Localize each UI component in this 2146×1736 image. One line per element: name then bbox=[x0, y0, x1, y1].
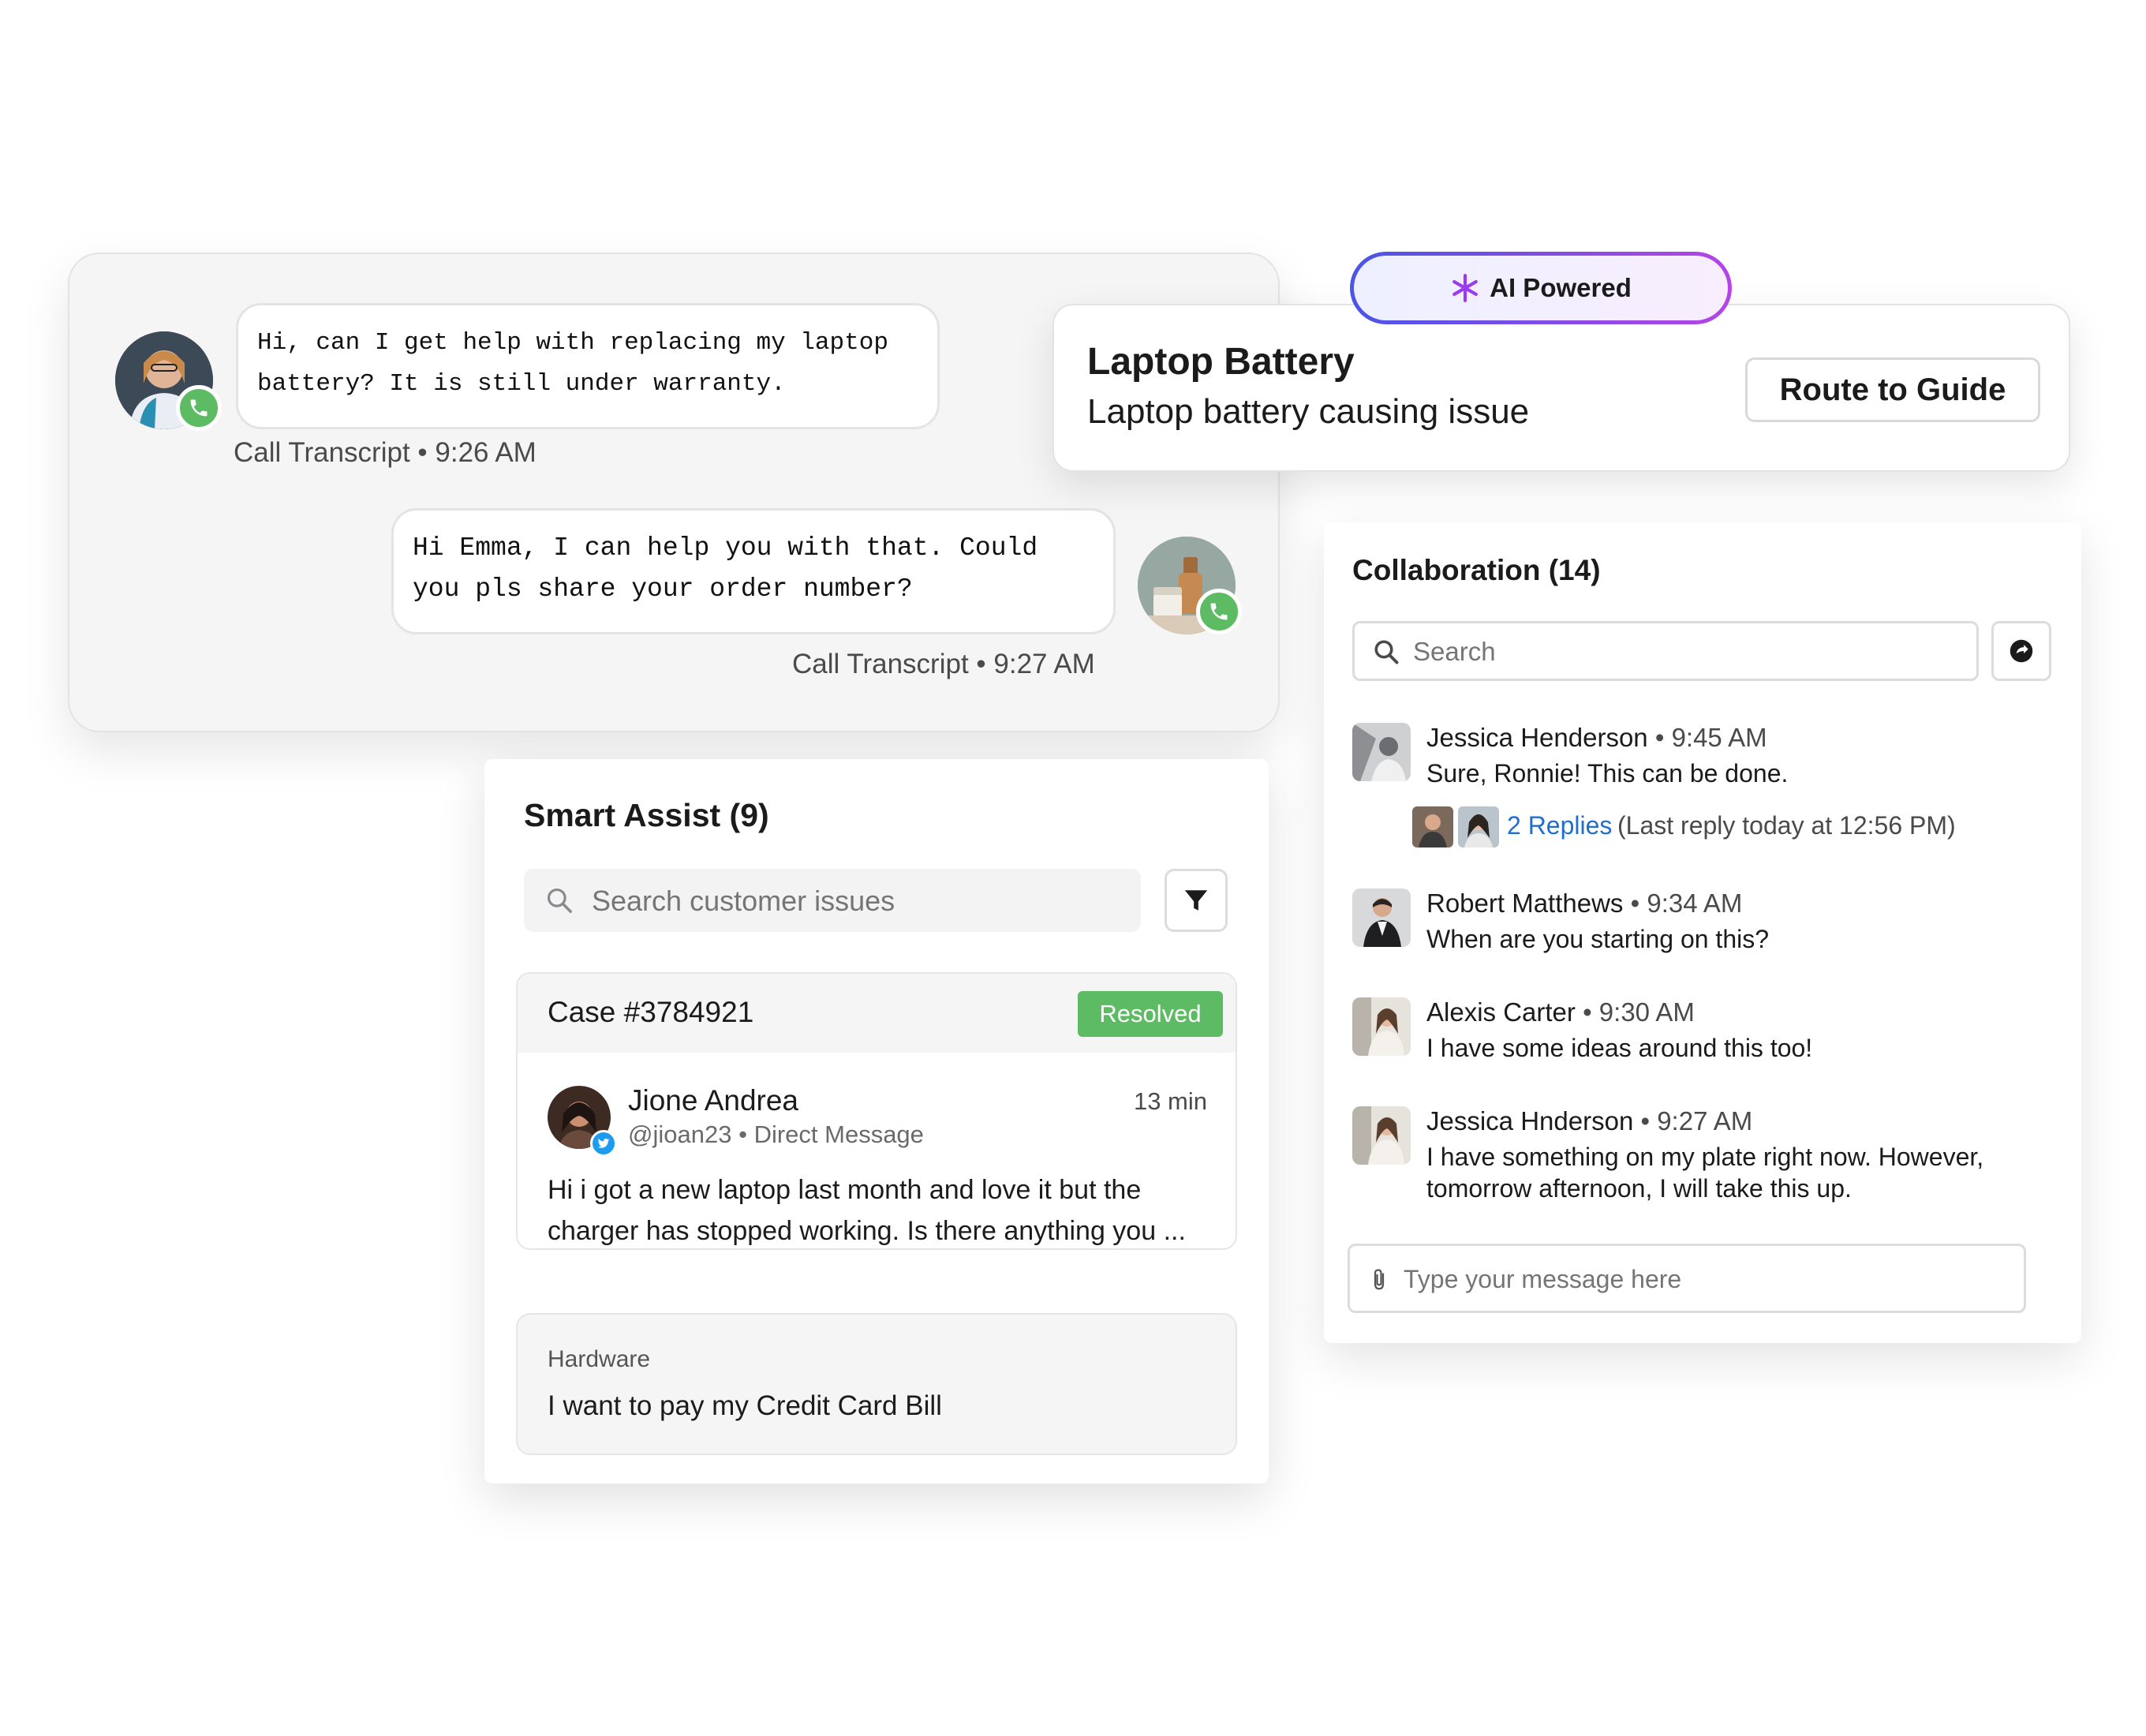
avatar bbox=[1352, 1106, 1411, 1165]
case-number: Case #3784921 bbox=[548, 996, 754, 1028]
message-text: I have something on my plate right now. … bbox=[1426, 1143, 1984, 1203]
replies-link[interactable]: 2 Replies bbox=[1507, 811, 1612, 840]
route-to-guide-button[interactable]: Route to Guide bbox=[1745, 357, 2040, 422]
twitter-icon bbox=[590, 1130, 617, 1157]
customer-issues-search-input[interactable] bbox=[590, 881, 1130, 921]
avatar bbox=[1352, 889, 1411, 947]
paperclip-icon[interactable] bbox=[1367, 1266, 1391, 1297]
message-author: Robert Matthews bbox=[1426, 889, 1624, 918]
message-time: 9:30 AM bbox=[1598, 997, 1695, 1027]
message-author: Jessica Hnderson bbox=[1426, 1106, 1634, 1136]
case-message-text: Hi i got a new laptop last month and lov… bbox=[548, 1175, 1186, 1246]
message-author: Alexis Carter bbox=[1426, 997, 1576, 1027]
case-age: 13 min bbox=[1133, 1087, 1207, 1115]
replies-row[interactable]: 2 Replies (Last reply today at 12:56 PM) bbox=[1411, 805, 2010, 849]
suggestion-category: Hardware bbox=[548, 1346, 651, 1372]
case-header: Case #3784921 Resolved bbox=[518, 974, 1236, 1053]
message-time: 9:27 AM bbox=[1657, 1106, 1753, 1136]
avatar bbox=[1352, 997, 1411, 1056]
refresh-icon bbox=[2006, 636, 2036, 666]
refresh-button[interactable] bbox=[1991, 621, 2051, 681]
suggestion-card[interactable]: Hardware I want to pay my Credit Card Bi… bbox=[516, 1313, 1237, 1455]
customer-message-bubble: Hi, can I get help with replacing my lap… bbox=[236, 303, 940, 429]
agent-message-bubble: Hi Emma, I can help you with that. Could… bbox=[391, 508, 1116, 634]
case-card[interactable]: Case #3784921 Resolved Jione Andrea 13 m… bbox=[516, 972, 1237, 1250]
customer-transcript-meta: Call Transcript • 9:26 AM bbox=[234, 437, 536, 468]
message-time: 9:45 AM bbox=[1671, 723, 1767, 752]
avatar bbox=[1411, 805, 1455, 849]
message-text: When are you starting on this? bbox=[1426, 925, 1770, 953]
ai-powered-label: AI Powered bbox=[1490, 273, 1632, 302]
collaboration-title: Collaboration (14) bbox=[1352, 554, 1601, 586]
search-icon bbox=[544, 885, 574, 919]
message-author: Jessica Henderson bbox=[1426, 723, 1648, 752]
replies-meta: (Last reply today at 12:56 PM) bbox=[1617, 811, 1956, 840]
case-author-meta: @jioan23 • Direct Message bbox=[628, 1121, 924, 1148]
message-time: 9:34 AM bbox=[1647, 889, 1743, 918]
collaboration-search[interactable] bbox=[1352, 621, 1979, 681]
ai-card-subtitle: Laptop battery causing issue bbox=[1087, 392, 1530, 431]
search-icon bbox=[1372, 638, 1400, 670]
customer-message-text: Hi, can I get help with replacing my lap… bbox=[257, 329, 888, 398]
suggestion-text: I want to pay my Credit Card Bill bbox=[548, 1390, 942, 1421]
phone-icon bbox=[176, 385, 222, 431]
avatar bbox=[1352, 723, 1411, 781]
status-badge: Resolved bbox=[1078, 991, 1223, 1037]
filter-icon bbox=[1183, 887, 1209, 914]
ai-card-title: Laptop Battery bbox=[1087, 341, 1355, 383]
smart-assist-title: Smart Assist (9) bbox=[524, 797, 769, 833]
collaboration-search-input[interactable] bbox=[1411, 633, 1967, 671]
message-text: I have some ideas around this too! bbox=[1426, 1034, 1813, 1062]
ai-powered-badge: AI Powered bbox=[1350, 252, 1732, 324]
message-input[interactable] bbox=[1402, 1260, 2005, 1298]
ai-suggestion-card: Laptop Battery Laptop battery causing is… bbox=[1052, 304, 2070, 472]
message-text: Sure, Ronnie! This can be done. bbox=[1426, 759, 1789, 788]
case-author-name: Jione Andrea bbox=[628, 1084, 799, 1117]
message-composer[interactable] bbox=[1348, 1244, 2026, 1313]
filter-button[interactable] bbox=[1165, 869, 1228, 932]
phone-icon bbox=[1196, 589, 1242, 634]
sparkle-icon bbox=[1450, 273, 1480, 303]
agent-message-text: Hi Emma, I can help you with that. Could… bbox=[413, 533, 1038, 604]
smart-assist-panel: Smart Assist (9) Case #3784921 Resolved … bbox=[484, 759, 1269, 1483]
collaboration-panel: Collaboration (14) Jessica Henderson • 9… bbox=[1324, 522, 2081, 1343]
avatar bbox=[1456, 805, 1501, 849]
agent-transcript-meta: Call Transcript • 9:27 AM bbox=[792, 649, 1095, 679]
customer-issues-search[interactable] bbox=[524, 869, 1141, 932]
